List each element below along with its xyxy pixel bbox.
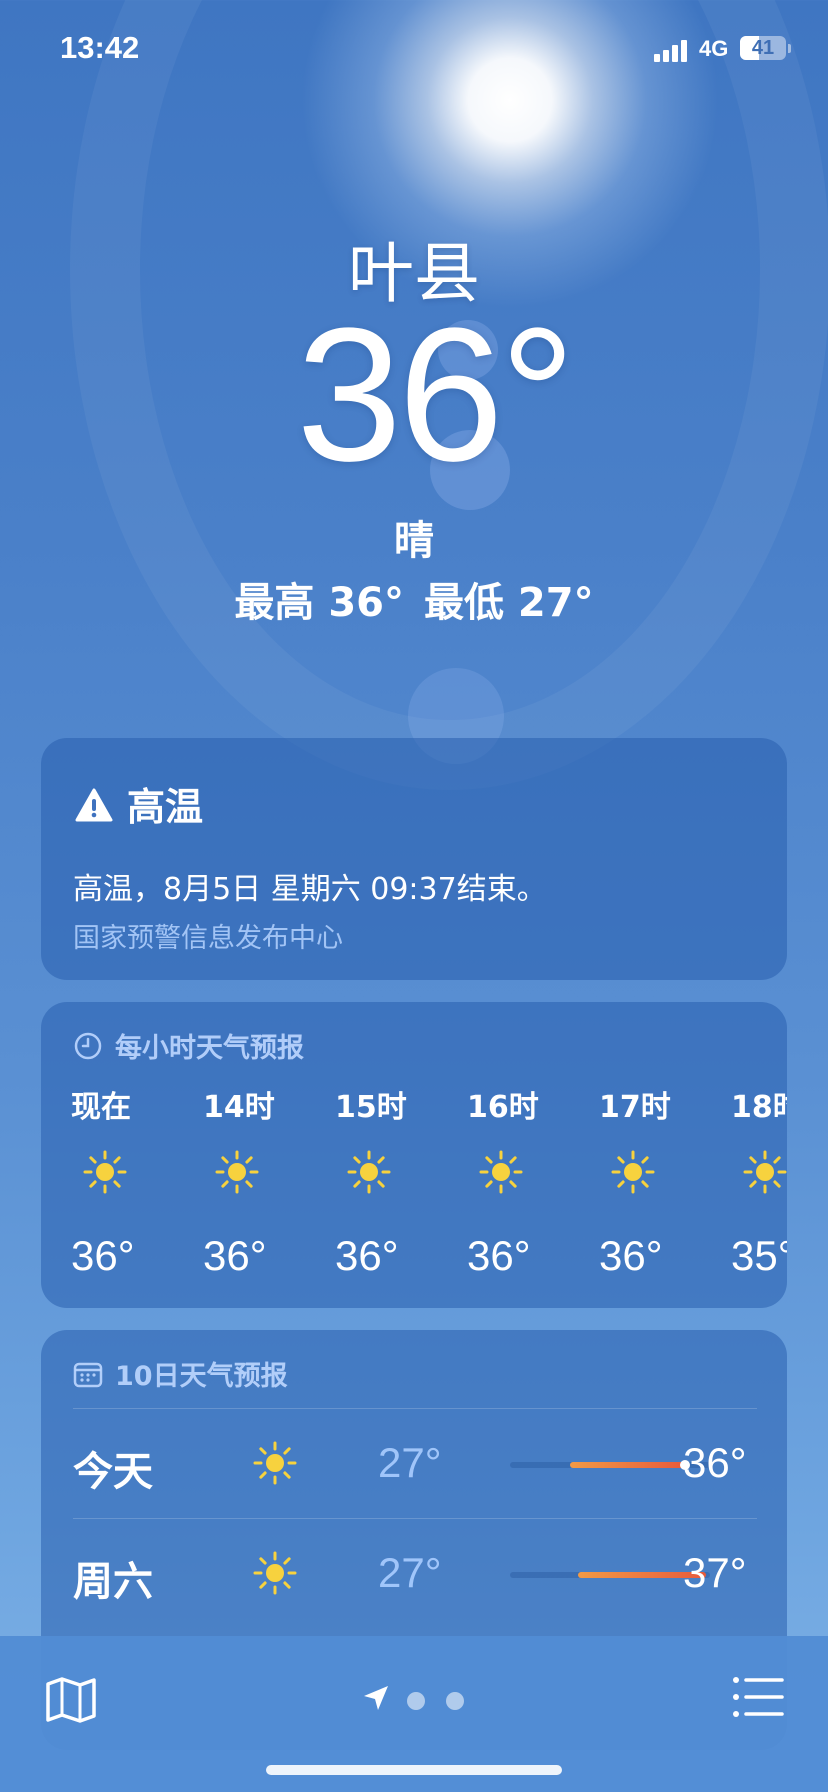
high-low: 最高 36° 最低 27° <box>0 570 828 628</box>
alert-source: 国家预警信息发布中心 <box>73 923 343 954</box>
current-temperature: 36° <box>296 289 575 501</box>
hour-label: 现在 <box>71 1090 131 1125</box>
hour-item: 14时 36° <box>203 1082 303 1279</box>
alert-card[interactable]: 高温 高温，8月5日 星期六 09:37结束。 国家预警信息发布中心 <box>41 738 787 980</box>
warning-icon <box>75 787 113 821</box>
battery-icon: 41 <box>740 36 786 60</box>
high-temp: 最高 36° <box>234 580 404 626</box>
map-icon[interactable] <box>44 1676 98 1724</box>
alert-title: 高温 <box>127 785 204 829</box>
sun-icon <box>215 1150 259 1194</box>
sun-icon <box>611 1150 655 1194</box>
day-high: 36° <box>683 1439 747 1486</box>
hour-label: 17时 <box>599 1090 671 1125</box>
hour-temp: 36° <box>599 1232 663 1279</box>
day-label: 今天 <box>73 1449 153 1495</box>
sun-icon <box>347 1150 391 1194</box>
sun-icon <box>253 1551 297 1595</box>
hour-temp: 36° <box>71 1232 135 1279</box>
temp-range-bar <box>510 1572 710 1578</box>
sun-icon <box>479 1150 523 1194</box>
hourly-forecast-card[interactable]: 每小时天气预报 现在 36° 14时 36° 15时 36° 16时 36° 17时 36° 18时… <box>41 1002 787 1308</box>
sun-icon <box>253 1441 297 1485</box>
location-arrow-icon[interactable] <box>362 1684 390 1712</box>
temp-range-fill <box>570 1462 684 1468</box>
status-bar: 13:42 4G 41 <box>0 30 828 70</box>
hour-item: 17时 36° <box>599 1082 699 1279</box>
signal-icon <box>654 40 690 62</box>
low-temp: 最低 27° <box>424 580 594 626</box>
battery-tip <box>788 44 791 53</box>
alert-text: 高温，8月5日 星期六 09:37结束。 <box>73 872 547 907</box>
hour-label: 14时 <box>203 1090 275 1125</box>
hourly-header: 每小时天气预报 <box>73 1026 304 1065</box>
hour-item: 16时 36° <box>467 1082 567 1279</box>
list-icon[interactable] <box>732 1674 784 1720</box>
page-dot[interactable] <box>407 1692 425 1710</box>
hour-item: 18时 35° <box>731 1082 787 1279</box>
status-time: 13:42 <box>60 30 140 65</box>
sun-icon <box>743 1150 787 1194</box>
temp-range-bar <box>510 1460 710 1470</box>
hour-item: 15时 36° <box>335 1082 435 1279</box>
hour-temp: 35° <box>731 1232 787 1279</box>
day-row[interactable]: 周六 27° 37° <box>73 1518 757 1629</box>
hour-temp: 36° <box>467 1232 531 1279</box>
page-dot[interactable] <box>446 1692 464 1710</box>
hour-label: 18时 <box>731 1090 787 1125</box>
day-low: 27° <box>378 1549 442 1596</box>
home-indicator[interactable] <box>266 1765 562 1775</box>
hourly-title: 每小时天气预报 <box>115 1033 304 1064</box>
hour-temp: 36° <box>203 1232 267 1279</box>
sun-icon <box>83 1150 127 1194</box>
calendar-icon <box>73 1362 103 1387</box>
day-high: 37° <box>683 1549 747 1596</box>
day-low: 27° <box>378 1439 442 1486</box>
network-type: 4G <box>699 36 729 61</box>
condition: 晴 <box>394 518 434 564</box>
hour-item: 现在 36° <box>71 1082 171 1279</box>
daily-title: 10日天气预报 <box>115 1361 288 1392</box>
alert-header: 高温 <box>75 776 203 831</box>
daily-header: 10日天气预报 <box>73 1354 288 1393</box>
battery-level: 41 <box>751 37 775 59</box>
hour-temp: 36° <box>335 1232 399 1279</box>
clock-icon <box>74 1032 102 1059</box>
hour-label: 15时 <box>335 1090 407 1125</box>
day-label: 周六 <box>73 1559 153 1605</box>
day-row[interactable]: 今天 27° 36° <box>73 1408 757 1519</box>
hour-label: 16时 <box>467 1090 539 1125</box>
